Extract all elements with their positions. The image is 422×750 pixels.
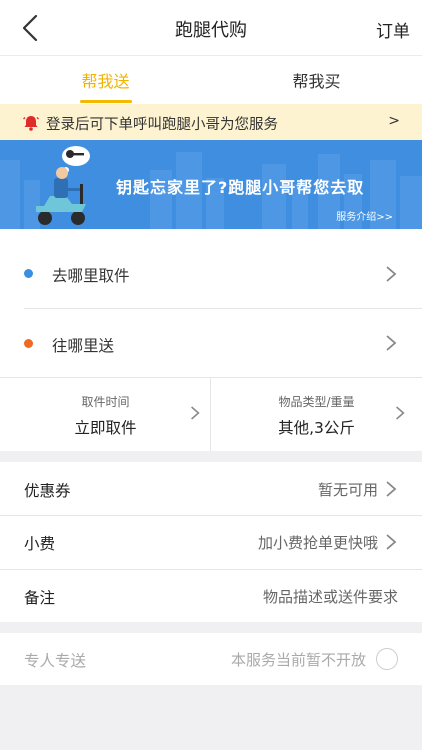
exclusive-delivery-status: 本服务当前暂不开放: [230, 651, 366, 669]
note-row[interactable]: 备注 物品描述或送件要求: [0, 570, 422, 622]
pickup-label: 去哪里取件: [52, 267, 130, 285]
item-type-selector[interactable]: 物品类型/重量 其他,3公斤: [211, 378, 422, 451]
tip-row[interactable]: 小费 加小费抢单更快哦: [0, 516, 422, 569]
delivery-address-row[interactable]: 往哪里送: [0, 309, 422, 377]
address-card: 去哪里取件 往哪里送 取件时间 立即取件 物品类型/重量 其他,3公斤: [0, 229, 422, 451]
top-bar: 跑腿代购 订单: [0, 0, 422, 56]
options-card: 优惠券 暂无可用 小费 加小费抢单更快哦 备注 物品描述或送件要求: [0, 462, 422, 622]
tab-send-for-me[interactable]: 帮我送: [0, 68, 211, 92]
pickup-time-label: 取件时间: [81, 395, 130, 409]
banner-slogan: 钥匙忘家里了?跑腿小哥帮您去取: [116, 178, 365, 197]
item-type-label: 物品类型/重量: [278, 395, 355, 409]
tab-buy-for-me[interactable]: 帮我买: [211, 68, 422, 92]
delivery-dot: [24, 339, 33, 348]
tip-value: 加小费抢单更快哦: [257, 534, 378, 552]
notice-arrow: >: [388, 113, 400, 129]
pickup-time-selector[interactable]: 取件时间 立即取件: [0, 378, 211, 451]
exclusive-delivery-radio[interactable]: [376, 648, 398, 670]
note-input[interactable]: 物品描述或送件要求: [263, 586, 398, 607]
pickup-time-value: 立即取件: [74, 419, 137, 437]
promo-banner[interactable]: 钥匙忘家里了?跑腿小哥帮您去取 服务介绍>>: [0, 140, 422, 229]
delivery-label: 往哪里送: [52, 337, 115, 355]
login-notice-bar[interactable]: 登录后可下单呼叫跑腿小哥为您服务 >: [0, 104, 422, 140]
chevron-right-icon: [191, 406, 200, 420]
page-title: 跑腿代购: [175, 20, 247, 41]
active-tab-indicator: [80, 100, 132, 103]
chevron-right-icon: [396, 406, 405, 420]
chevron-right-icon: [386, 534, 397, 550]
orders-link[interactable]: 订单: [376, 17, 410, 42]
pickup-address-row[interactable]: 去哪里取件: [0, 229, 422, 308]
exclusive-delivery-label: 专人专送: [24, 652, 87, 670]
coupon-row[interactable]: 优惠券 暂无可用: [0, 462, 422, 515]
service-tabs: 帮我送 帮我买: [0, 56, 422, 104]
bell-icon: [23, 116, 39, 131]
chevron-right-icon: [386, 481, 397, 497]
service-intro-link[interactable]: 服务介绍>>: [336, 208, 393, 223]
tip-label: 小费: [24, 535, 56, 553]
pickup-dot: [24, 269, 33, 278]
coupon-label: 优惠券: [24, 482, 71, 500]
exclusive-delivery-row: 专人专送 本服务当前暂不开放: [0, 633, 422, 685]
item-type-value: 其他,3公斤: [278, 419, 355, 437]
chevron-right-icon: [386, 266, 397, 282]
note-label: 备注: [24, 589, 56, 607]
chevron-right-icon: [386, 335, 397, 351]
notice-text: 登录后可下单呼叫跑腿小哥为您服务: [46, 117, 278, 133]
coupon-value: 暂无可用: [317, 481, 378, 499]
